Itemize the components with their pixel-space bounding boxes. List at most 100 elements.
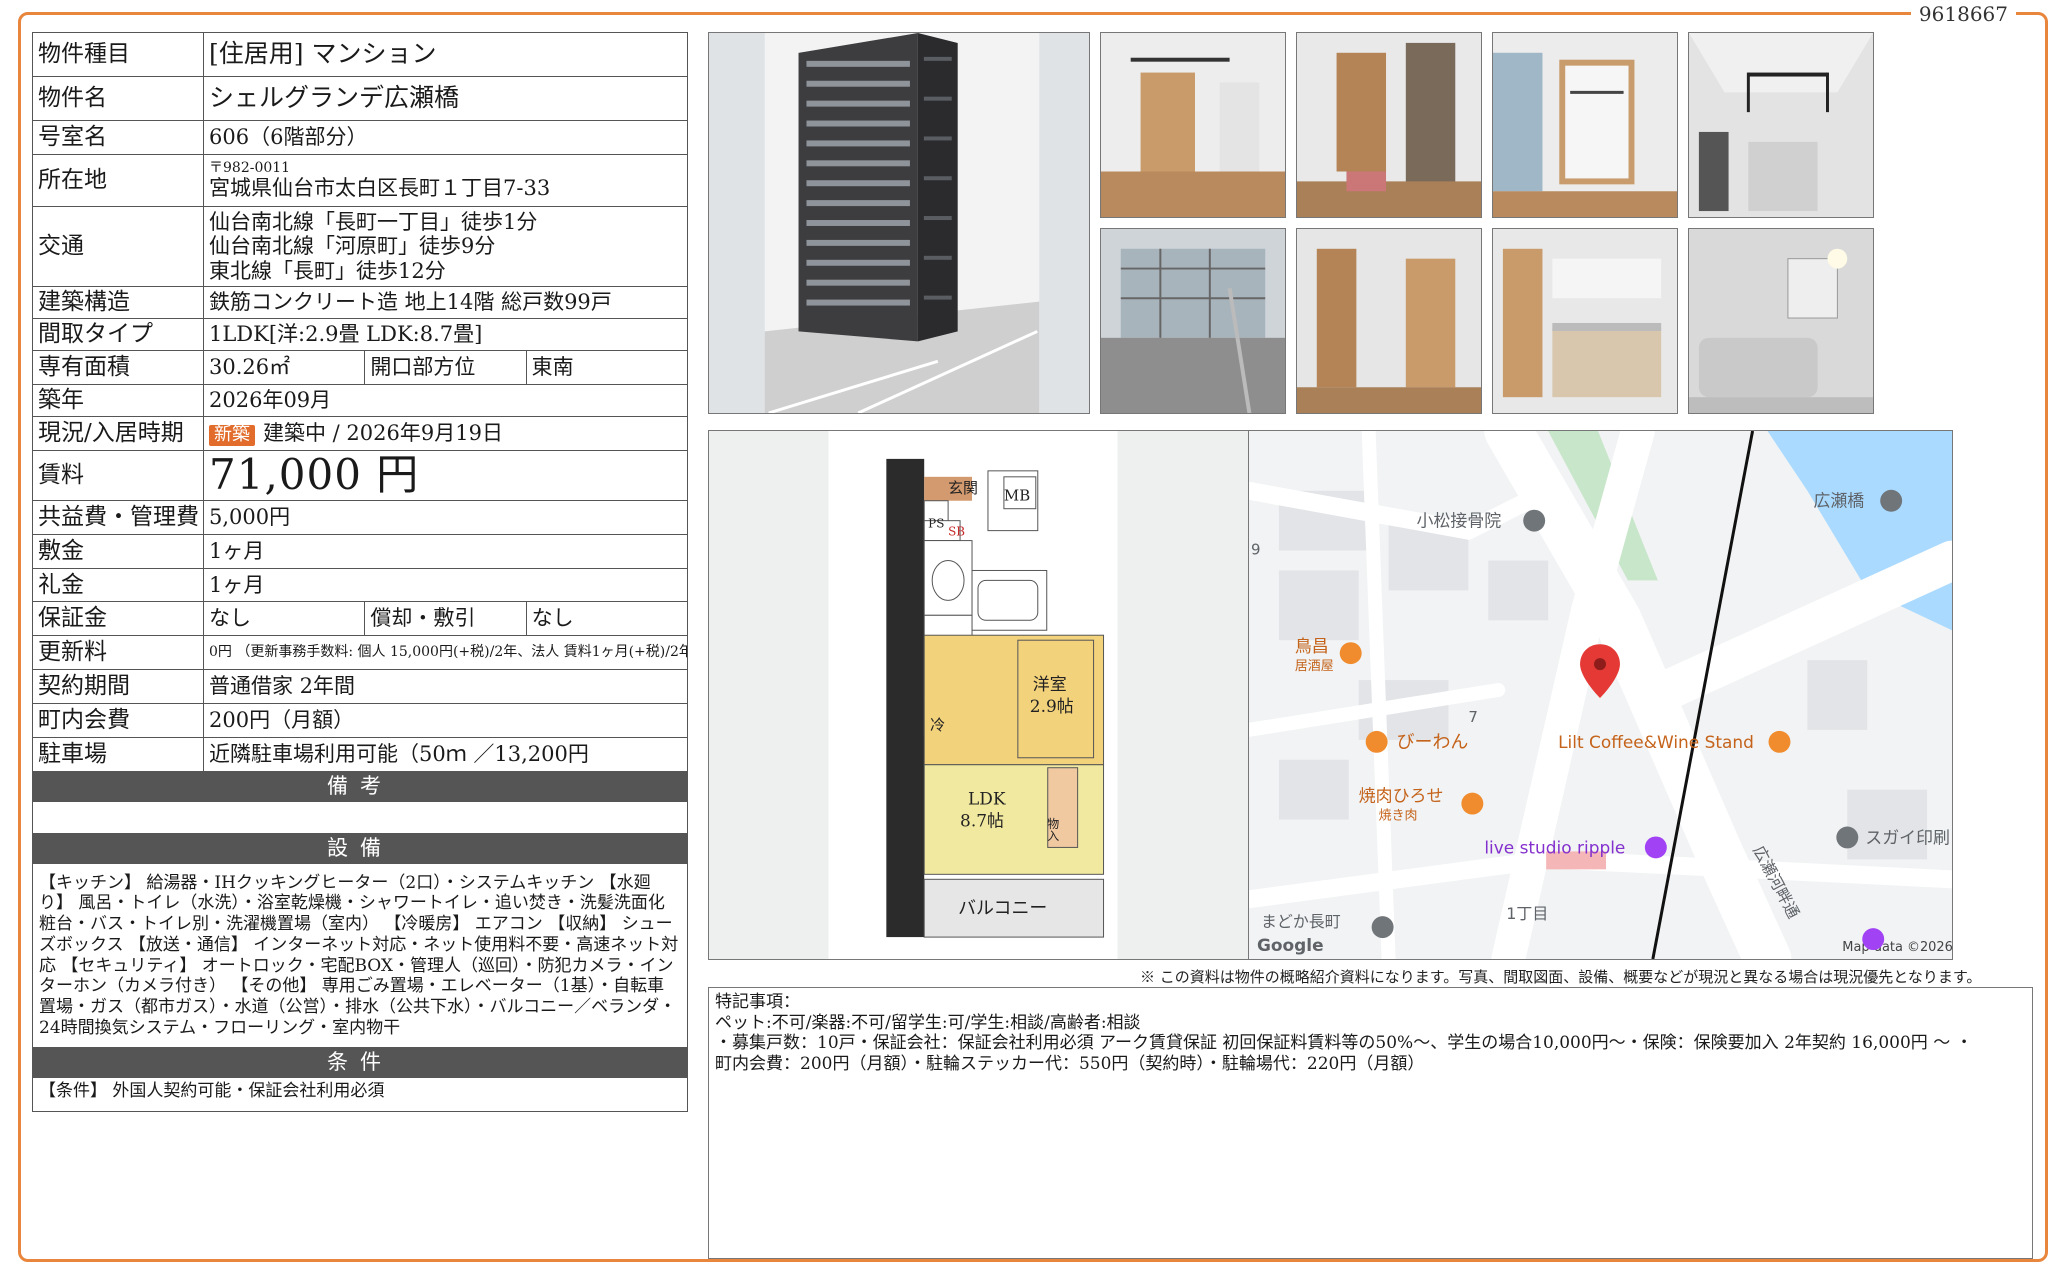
deposit-value: 1ヶ月 [203,534,688,569]
map-label-block7: 7 [1468,708,1478,726]
area-label: 専有面積 [32,350,204,385]
special-notes-title: 特記事項： [715,992,800,1012]
equipment-header: 設備 [32,833,688,864]
storage-label: 物入 [1046,817,1060,841]
rent-label: 賃料 [32,450,204,501]
amort-label: 償却・敷引 [364,601,527,636]
special-notes-line: ・募集戸数：10戸・保証会社：保証会社利用必須 アーク賃貸保証 初回保証料賃料等… [715,1033,1973,1054]
map-label-yakiniku: 焼肉ひろせ [1359,786,1444,806]
name-value: シェルグランデ広瀬橋 [203,76,688,121]
deposit-label: 敷金 [32,534,204,569]
structure-value: 鉄筋コンクリート造 地上14階 総戸数99戸 [203,286,688,319]
type-label: 物件種目 [32,32,204,77]
map-attribution: Map data ©2026 [1842,940,1952,955]
map-label-madoka: まどか長町 [1261,912,1341,931]
remarks-text [32,801,688,834]
interior-photo-ceiling[interactable] [1688,32,1874,218]
keymoney-value: 1ヶ月 [203,568,688,602]
community-value: 200円（月額） [203,703,688,738]
balcony-label: バルコニー [958,898,1047,919]
type-value: [住居用] マンション [203,32,688,77]
equipment-text: 【キッチン】 給湯器・IHクッキングヒーター（2口）・システムキッチン 【水廻り… [32,863,688,1048]
interior-photo-balcony[interactable] [1100,228,1286,414]
renewal-label: 更新料 [32,635,204,670]
access-label: 交通 [32,206,204,287]
map-label-sugai: スガイ印刷 [1865,827,1950,847]
interior-photo-closet[interactable] [1492,32,1678,218]
map-label-1chome: 1丁目 [1506,904,1548,923]
built-value: 2026年09月 [203,384,688,417]
google-logo: Google [1257,935,1324,955]
amort-value: なし [525,601,689,636]
map-label-ripple: live studio ripple [1484,837,1625,857]
refrigerator-label: 冷 [930,716,945,734]
address-value: 宮城県仙台市太白区長町１丁目7-33 [209,176,551,201]
map-label-lilt: Lilt Coffee&Wine Stand [1558,732,1754,752]
map-label-biwan: びーわん [1397,732,1469,753]
renewal-value: 0円 （更新事務手数料: 個人 15,000円(+税)/2年、法人 賃料1ヶ月(… [203,635,688,670]
room-label: 号室名 [32,120,204,155]
interior-photo-hallway[interactable] [1296,228,1482,414]
mb-label: MB [1004,487,1030,505]
parking-label: 駐車場 [32,737,204,772]
map-label-torimasa: 鳥昌 [1295,636,1329,656]
new-build-badge: 新築 [209,424,255,446]
ldk-size: 8.7帖 [960,811,1004,831]
access-line: 仙台南北線「長町一丁目」徒歩1分 [209,210,538,235]
access-line: 東北線「長町」徒歩12分 [209,258,446,283]
contract-label: 契約期間 [32,669,204,704]
fee-label: 共益費・管理費 [32,500,204,535]
special-notes-line: ペット:不可/楽器:不可/留学生:可/学生:相談/高齢者:相談 [715,1012,1141,1033]
document-id: 9618667 [1910,2,2016,26]
disclaimer: ※ この資料は物件の概略紹介資料になります。写真、間取図面、設備、概要などが現況… [1140,968,1982,986]
structure-label: 建築構造 [32,286,204,319]
map-label-block9: 9 [1251,541,1261,559]
map-label-komatsu: 小松接骨院 [1417,511,1502,531]
name-label: 物件名 [32,76,204,121]
address-label: 所在地 [32,154,204,207]
direction-label: 開口部方位 [364,350,527,385]
sb-label: SB [948,525,965,539]
guarantee-value: なし [202,601,366,636]
postal-code: 〒982-0011 [209,160,291,177]
layout-value: 1LDK[洋:2.9畳 LDK:8.7畳] [203,318,688,351]
map-label-hirosebashi: 広瀬橋 [1813,491,1864,511]
conditions-header: 条件 [32,1047,688,1078]
location-map[interactable]: 小松接骨院 広瀬橋 鳥昌 居酒屋 びーわん Lilt Coffee&Wine S… [1248,430,1953,960]
conditions-text: 【条件】 外国人契約可能・保証会社利用必須 [32,1077,688,1112]
ps-label: PS [928,517,944,531]
parking-value: 近隣駐車場利用可能（50ｍ ／13,200円 [203,737,688,772]
access-line: 仙台南北線「河原町」徒歩9分 [209,234,496,259]
remarks-header: 備考 [32,771,688,802]
genkan-label: 玄関 [948,479,978,497]
direction-value: 東南 [525,350,689,385]
guarantee-label: 保証金 [32,601,204,636]
keymoney-label: 礼金 [32,568,204,602]
special-notes: 特記事項： ペット:不可/楽器:不可/留学生:可/学生:相談/高齢者:相談 ・募… [708,987,2033,1259]
status-value: 建築中 / 2026年9月19日 [263,421,503,446]
interior-photo-bathroom[interactable] [1688,228,1874,414]
fee-value: 5,000円 [203,500,688,535]
building-exterior-photo[interactable] [708,32,1090,414]
special-notes-line: 町内会費：200円（月額）・駐輪ステッカー代：550円（契約時）・駐輪場代：22… [715,1054,1425,1075]
status-label: 現況/入居時期 [32,416,204,451]
community-label: 町内会費 [32,703,204,738]
address-cell: 〒982-0011 宮城県仙台市太白区長町１丁目7-33 [203,154,688,207]
floor-plan[interactable]: 玄関 MB PS SB 冷 洋室 2.9帖 LDK 8.7帖 物入 バルコニー [708,430,1249,960]
interior-photo-room[interactable] [1100,32,1286,218]
ldk-label: LDK [968,789,1006,809]
interior-photo-entrance[interactable] [1296,32,1482,218]
interior-photo-kitchen[interactable] [1492,228,1678,414]
contract-value: 普通借家 2年間 [203,669,688,704]
status-cell: 新築 建築中 / 2026年9月19日 [203,416,688,451]
western-room-size: 2.9帖 [1030,696,1074,716]
map-label-yakiniku-sub: 焼き肉 [1379,809,1418,824]
rent-value: 71,000 円 [203,450,688,501]
built-label: 築年 [32,384,204,417]
property-info-table: 物件種目 [住居用] マンション 物件名 シェルグランデ広瀬橋 号室名 606（… [32,32,689,1112]
map-label-izakaya: 居酒屋 [1295,659,1334,674]
western-room-label: 洋室 [1033,674,1067,694]
layout-label: 間取タイプ [32,318,204,351]
room-value: 606（6階部分） [203,120,688,155]
area-value: 30.26㎡ [202,350,366,385]
